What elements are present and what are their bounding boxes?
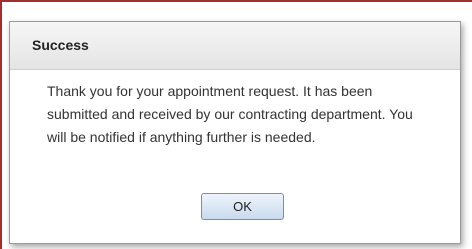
dialog-titlebar: Success <box>10 22 460 70</box>
page: Success Thank you for your appointment r… <box>0 0 472 249</box>
dialog-title: Success <box>32 37 89 53</box>
ok-button[interactable]: OK <box>201 193 284 220</box>
success-dialog: Success Thank you for your appointment r… <box>9 21 461 244</box>
dialog-message: Thank you for your appointment request. … <box>47 83 413 145</box>
